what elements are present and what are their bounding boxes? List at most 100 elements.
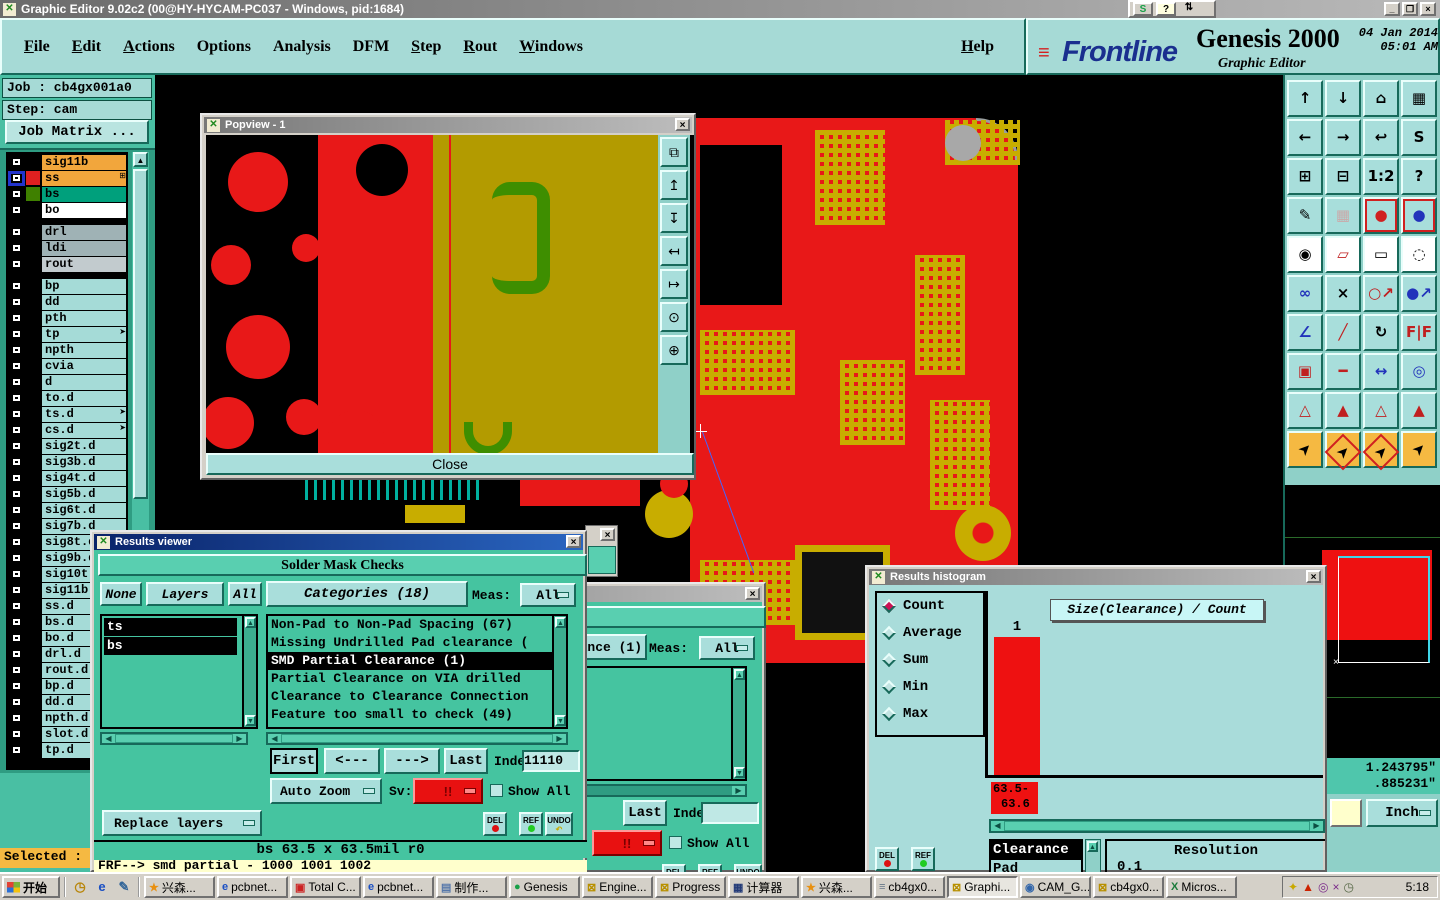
viewer-severity-button[interactable]: !!: [413, 778, 483, 804]
previous-view-button[interactable]: ↩: [1363, 119, 1399, 156]
layer-checkbox[interactable]: [9, 455, 24, 469]
pan-left-button[interactable]: ←: [1287, 119, 1323, 156]
layer-row[interactable]: cvia: [6, 358, 128, 374]
select-arrow-button-2[interactable]: ➤: [1324, 431, 1362, 470]
layer-row[interactable]: rout: [6, 256, 128, 272]
layer-checkbox[interactable]: [9, 257, 24, 271]
layer-checkbox[interactable]: [9, 695, 24, 709]
zoom-expand-button[interactable]: ⊞: [1287, 158, 1323, 195]
radio-diamond-icon[interactable]: [881, 679, 897, 695]
select-arrow-button-3[interactable]: ➤: [1362, 431, 1400, 470]
popview-canvas[interactable]: [206, 135, 694, 455]
triangle-button-1[interactable]: △: [1287, 392, 1323, 429]
taskbar-task[interactable]: ⊠ Graphi...: [947, 876, 1018, 898]
unselect-button[interactable]: ×: [1325, 275, 1361, 312]
triangle-button-4[interactable]: ▲: [1401, 392, 1437, 429]
taskbar-task[interactable]: ▣ Total C...: [290, 876, 361, 898]
popview-titlebar[interactable]: ✕ Popview - 1 ×: [204, 117, 692, 133]
pan-right-button[interactable]: →: [1325, 119, 1361, 156]
layer-row[interactable]: sig4t.d: [6, 470, 128, 486]
alert-tray-icon[interactable]: ▲: [1302, 880, 1314, 894]
edit-tools-button[interactable]: ✎: [1287, 197, 1323, 234]
histogram-hscrollbar[interactable]: ◀ ▶: [989, 819, 1325, 833]
viewer-layers-list[interactable]: ts bs ▲ ▼: [100, 614, 258, 729]
layer-row[interactable]: bo: [6, 202, 128, 218]
layer-row[interactable]: cs.d ➤: [6, 422, 128, 438]
menu-item[interactable]: Edit: [72, 38, 101, 56]
units-dropdown[interactable]: Inch: [1366, 799, 1438, 827]
menu-item[interactable]: Actions: [123, 38, 175, 56]
viewer-replace-layers-dropdown[interactable]: Replace layers: [102, 810, 262, 836]
histogram-mode-radio[interactable]: Sum: [877, 647, 983, 674]
layer-scroll-thumb[interactable]: [133, 169, 148, 499]
viewer-first-button[interactable]: First: [270, 748, 318, 774]
help-tool-icon[interactable]: ?: [1156, 2, 1176, 16]
redraw-button[interactable]: S: [1401, 119, 1437, 156]
histogram-del-button[interactable]: DEL: [875, 847, 899, 871]
triangle-button-3[interactable]: △: [1363, 392, 1399, 429]
titlebar[interactable]: ✕ Graphic Editor 9.02c2 (00@HY-HYCAM-PC0…: [0, 0, 1440, 18]
layer-checkbox[interactable]: [9, 343, 24, 357]
popview-zoom-in-icon[interactable]: ⊙: [660, 302, 688, 332]
menu-item[interactable]: File: [24, 38, 50, 56]
layer-checkbox[interactable]: [9, 519, 24, 533]
layer-checkbox[interactable]: [9, 439, 24, 453]
layer-row[interactable]: ss ⊞: [6, 170, 128, 186]
menu-item[interactable]: DFM: [353, 38, 389, 56]
zoom-ratio-button[interactable]: 1:2: [1363, 158, 1399, 195]
layer-checkbox[interactable]: [9, 327, 24, 341]
fragment-close-icon[interactable]: ×: [600, 528, 615, 541]
category-item[interactable]: SMD Partial Clearance (1): [268, 652, 566, 670]
pan-up-button[interactable]: ↑: [1287, 80, 1323, 117]
mirror-button[interactable]: F|F: [1401, 314, 1437, 351]
taskbar-task[interactable]: X Micros...: [1166, 876, 1237, 898]
layer-row[interactable]: sig2t.d: [6, 438, 128, 454]
launch-clock-icon[interactable]: ◷: [70, 877, 90, 897]
measure-slope-button[interactable]: ╱: [1325, 314, 1361, 351]
category-item[interactable]: Feature too small to check (49): [268, 706, 566, 724]
restore-button[interactable]: ❐: [1402, 2, 1418, 16]
viewer-categories-list[interactable]: Non-Pad to Non-Pad Spacing (67) Missing U…: [266, 614, 568, 729]
layer-row[interactable]: sig6t.d: [6, 502, 128, 518]
layer-row[interactable]: sig5b.d: [6, 486, 128, 502]
taskbar-task[interactable]: ★ 兴森...: [144, 876, 215, 898]
copy-feature-button[interactable]: ○↗: [1363, 275, 1399, 312]
popview-zoom-out-icon[interactable]: ⊕: [660, 335, 688, 365]
dashed-select-button[interactable]: ◌: [1401, 236, 1437, 273]
menu-item[interactable]: Options: [197, 38, 251, 56]
taskbar-task[interactable]: ⊠ Engine...: [582, 876, 653, 898]
measure-angle-button[interactable]: ∠: [1287, 314, 1323, 351]
layer-row[interactable]: dd: [6, 294, 128, 310]
pan-down-button[interactable]: ↓: [1325, 80, 1361, 117]
layer-checkbox[interactable]: [9, 535, 24, 549]
layer-checkbox[interactable]: [9, 187, 24, 201]
popview-clone-icon[interactable]: ⧉: [660, 137, 688, 167]
viewer-prev-button[interactable]: <---: [324, 748, 380, 774]
layer-row[interactable]: drl: [6, 224, 128, 240]
layer-row[interactable]: bp: [6, 278, 128, 294]
layer-checkbox[interactable]: [9, 503, 24, 517]
taskbar-task[interactable]: ▤ 制作...: [436, 876, 507, 898]
viewer-del-button[interactable]: DEL: [483, 812, 507, 836]
viewer-titlebar[interactable]: ✕ Results viewer ×: [94, 534, 583, 550]
taskbar-task[interactable]: ◉ CAM_G...: [1020, 876, 1091, 898]
layer-row[interactable]: npth: [6, 342, 128, 358]
layer-checkbox[interactable]: [9, 225, 24, 239]
layer-checkbox[interactable]: [9, 423, 24, 437]
category-item[interactable]: Missing Undrilled Pad clearance (: [268, 634, 566, 652]
layer-checkbox[interactable]: [9, 711, 24, 725]
minimize-button[interactable]: _: [1384, 2, 1400, 16]
layer-traffic-button-1[interactable]: ●: [1363, 197, 1399, 234]
ring-tray-icon[interactable]: ◎: [1318, 880, 1328, 894]
taskbar-task[interactable]: ● Genesis: [509, 876, 580, 898]
launch-editor-icon[interactable]: ✎: [114, 877, 134, 897]
viewer2-last-button[interactable]: Last: [623, 800, 667, 826]
move-feature-button[interactable]: ●↗: [1401, 275, 1437, 312]
layer-checkbox[interactable]: [9, 647, 24, 661]
layer-row[interactable]: tp ➤: [6, 326, 128, 342]
layer-checkbox[interactable]: [9, 155, 24, 169]
popview-pan-left-icon[interactable]: ↤: [660, 236, 688, 266]
layer-checkbox[interactable]: [9, 679, 24, 693]
taskbar-task[interactable]: ★ 兴森...: [801, 876, 872, 898]
layer-checkbox[interactable]: [9, 375, 24, 389]
